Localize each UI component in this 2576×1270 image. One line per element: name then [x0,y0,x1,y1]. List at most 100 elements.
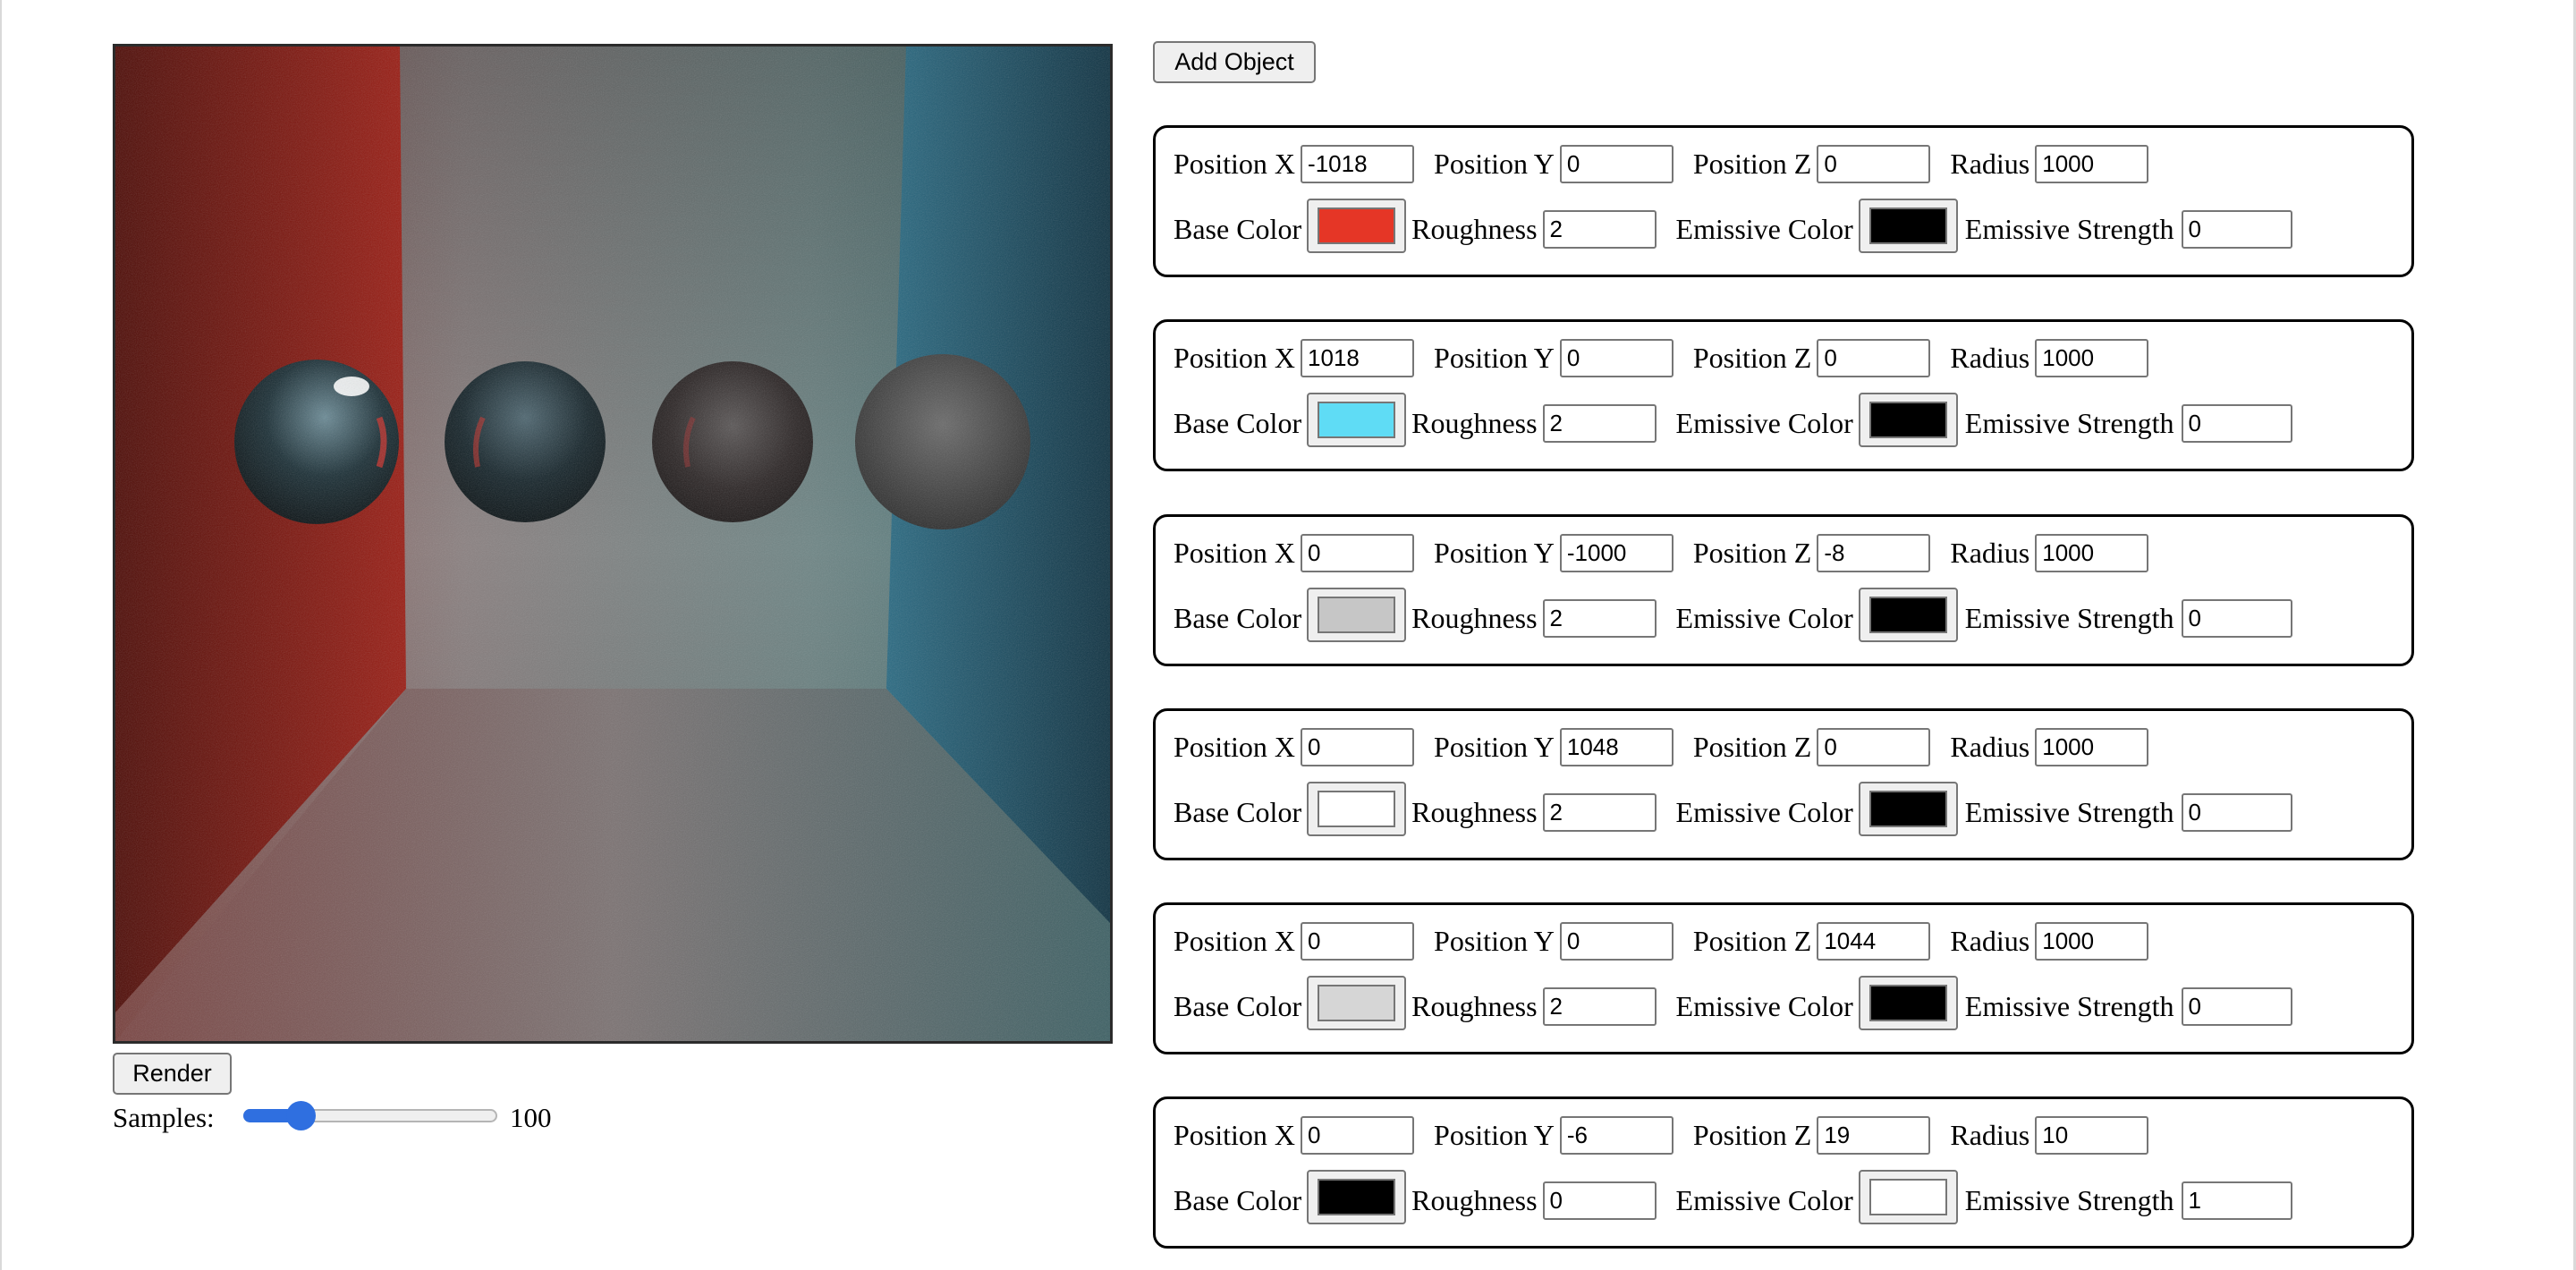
position-z-label: Position Z [1692,730,1812,763]
emissive-strength-input[interactable] [2181,1181,2292,1220]
radius-input[interactable] [2035,144,2149,183]
emissive-strength-input[interactable] [2181,792,2292,832]
base-color-label: Base Color [1174,406,1302,439]
radius-label: Radius [1950,536,2030,569]
emissive-color-picker[interactable] [1858,781,1958,836]
position-x-input[interactable] [1301,1115,1415,1155]
position-x-label: Position X [1174,147,1296,180]
emissive-color-picker[interactable] [1858,392,1958,447]
base-color-swatch [1318,790,1396,827]
window-border-left [0,0,2,1270]
samples-label: Samples: [113,1102,215,1133]
render-button[interactable]: Render [113,1053,232,1095]
emissive-strength-label: Emissive Strength [1964,601,2174,634]
emissive-strength-input[interactable] [2181,403,2292,443]
emissive-color-picker[interactable] [1858,1169,1958,1224]
roughness-input[interactable] [1542,403,1657,443]
emissive-strength-input[interactable] [2181,986,2292,1026]
emissive-color-label: Emissive Color [1675,989,1853,1022]
base-color-picker[interactable] [1307,1169,1407,1224]
base-color-picker[interactable] [1307,587,1407,642]
samples-slider-thumb[interactable] [286,1101,316,1130]
position-x-input[interactable] [1301,921,1415,961]
position-z-input[interactable] [1817,533,1931,572]
position-x-label: Position X [1174,924,1296,957]
position-y-label: Position Y [1434,147,1555,180]
add-object-button[interactable]: Add Object [1153,41,1316,83]
position-z-input[interactable] [1817,1115,1931,1155]
emissive-color-swatch [1868,596,1947,633]
base-color-picker[interactable] [1307,781,1407,836]
position-x-input[interactable] [1301,533,1415,572]
roughness-input[interactable] [1542,209,1657,249]
emissive-color-picker[interactable] [1858,198,1958,253]
emissive-color-swatch [1868,790,1947,827]
roughness-label: Roughness [1411,406,1538,439]
position-y-label: Position Y [1434,1118,1555,1151]
base-color-label: Base Color [1174,989,1302,1022]
base-color-swatch [1318,1178,1396,1215]
base-color-label: Base Color [1174,601,1302,634]
position-z-input[interactable] [1817,338,1931,377]
base-color-label: Base Color [1174,795,1302,828]
roughness-label: Roughness [1411,601,1538,634]
position-z-label: Position Z [1692,536,1812,569]
base-color-swatch [1318,207,1396,244]
position-y-input[interactable] [1559,1115,1674,1155]
position-y-label: Position Y [1434,924,1555,957]
emissive-strength-label: Emissive Strength [1964,795,2174,828]
object-panel: Position X Position Y Position Z Radius … [1153,902,2414,1054]
base-color-picker[interactable] [1307,975,1407,1030]
position-y-input[interactable] [1559,727,1674,766]
position-x-label: Position X [1174,730,1296,763]
position-y-input[interactable] [1559,338,1674,377]
object-panel: Position X Position Y Position Z Radius … [1153,708,2414,860]
position-x-input[interactable] [1301,338,1415,377]
emissive-color-picker[interactable] [1858,587,1958,642]
position-y-label: Position Y [1434,341,1555,374]
emissive-color-swatch [1868,401,1947,438]
roughness-input[interactable] [1542,986,1657,1026]
emissive-strength-label: Emissive Strength [1964,1183,2174,1216]
emissive-color-label: Emissive Color [1675,406,1853,439]
position-z-input[interactable] [1817,144,1931,183]
position-y-input[interactable] [1559,533,1674,572]
radius-input[interactable] [2035,338,2149,377]
position-z-label: Position Z [1692,341,1812,374]
emissive-color-swatch [1868,1178,1947,1215]
object-panel: Position X Position Y Position Z Radius … [1153,1096,2414,1249]
position-y-label: Position Y [1434,730,1555,763]
base-color-swatch [1318,401,1396,438]
emissive-color-swatch [1868,207,1947,244]
radius-label: Radius [1950,147,2030,180]
cropped-page-title [394,0,1109,2]
base-color-picker[interactable] [1307,392,1407,447]
radius-input[interactable] [2035,921,2149,961]
position-x-input[interactable] [1301,727,1415,766]
position-z-input[interactable] [1817,727,1931,766]
position-x-label: Position X [1174,536,1296,569]
position-z-label: Position Z [1692,924,1812,957]
base-color-picker[interactable] [1307,198,1407,253]
position-x-input[interactable] [1301,144,1415,183]
radius-label: Radius [1950,341,2030,374]
roughness-input[interactable] [1542,598,1657,638]
position-z-label: Position Z [1692,1118,1812,1151]
roughness-input[interactable] [1542,1181,1657,1220]
position-y-input[interactable] [1559,921,1674,961]
roughness-label: Roughness [1411,1183,1538,1216]
emissive-strength-input[interactable] [2181,209,2292,249]
radius-input[interactable] [2035,1115,2149,1155]
render-canvas[interactable] [113,44,1113,1044]
roughness-input[interactable] [1542,792,1657,832]
position-z-input[interactable] [1817,921,1931,961]
roughness-label: Roughness [1411,212,1538,245]
emissive-color-picker[interactable] [1858,975,1958,1030]
position-y-input[interactable] [1559,144,1674,183]
radius-input[interactable] [2035,727,2149,766]
radius-label: Radius [1950,730,2030,763]
emissive-strength-label: Emissive Strength [1964,212,2174,245]
emissive-strength-input[interactable] [2181,598,2292,638]
radius-input[interactable] [2035,533,2149,572]
base-color-swatch [1318,984,1396,1021]
